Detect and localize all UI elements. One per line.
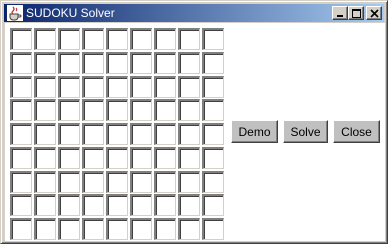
sudoku-cell[interactable] <box>10 194 32 217</box>
sudoku-cell[interactable] <box>82 99 104 122</box>
sudoku-cell[interactable] <box>106 194 128 217</box>
sudoku-cell[interactable] <box>154 99 176 122</box>
sudoku-cell[interactable] <box>202 123 224 145</box>
sudoku-cell[interactable] <box>106 218 128 240</box>
sudoku-cell[interactable] <box>58 218 80 240</box>
sudoku-cell[interactable] <box>130 218 152 240</box>
close-button[interactable]: Close <box>333 120 380 143</box>
sudoku-cell[interactable] <box>106 28 128 50</box>
title-bar[interactable]: SUDOKU Solver <box>4 4 384 22</box>
sudoku-cell[interactable] <box>106 75 128 98</box>
sudoku-cell[interactable] <box>202 146 224 169</box>
sudoku-cell[interactable] <box>106 170 128 193</box>
sudoku-cell[interactable] <box>34 99 56 122</box>
sudoku-cell[interactable] <box>34 218 56 240</box>
sudoku-cell[interactable] <box>34 146 56 169</box>
solve-button[interactable]: Solve <box>283 120 328 143</box>
sudoku-cell[interactable] <box>154 28 176 50</box>
sudoku-cell[interactable] <box>154 218 176 240</box>
sudoku-cell[interactable] <box>58 170 80 193</box>
sudoku-cell[interactable] <box>154 123 176 145</box>
sudoku-cell[interactable] <box>10 170 32 193</box>
sudoku-cell[interactable] <box>58 194 80 217</box>
sudoku-cell[interactable] <box>178 218 200 240</box>
sudoku-cell[interactable] <box>202 194 224 217</box>
sudoku-cell[interactable] <box>178 99 200 122</box>
sudoku-cell[interactable] <box>154 51 176 74</box>
sudoku-grid <box>10 28 224 240</box>
sudoku-cell[interactable] <box>106 51 128 74</box>
sudoku-cell[interactable] <box>130 170 152 193</box>
sudoku-cell[interactable] <box>58 99 80 122</box>
sudoku-cell[interactable] <box>58 123 80 145</box>
sudoku-cell[interactable] <box>202 51 224 74</box>
sudoku-cell[interactable] <box>82 75 104 98</box>
sudoku-cell[interactable] <box>58 51 80 74</box>
sudoku-cell[interactable] <box>58 146 80 169</box>
sudoku-cell[interactable] <box>34 170 56 193</box>
sudoku-cell[interactable] <box>82 194 104 217</box>
sudoku-cell[interactable] <box>82 123 104 145</box>
sudoku-cell[interactable] <box>202 99 224 122</box>
minimize-icon <box>337 15 343 17</box>
sudoku-cell[interactable] <box>178 123 200 145</box>
sudoku-cell[interactable] <box>154 146 176 169</box>
sudoku-cell[interactable] <box>34 123 56 145</box>
sudoku-cell[interactable] <box>154 170 176 193</box>
sudoku-cell[interactable] <box>10 146 32 169</box>
sudoku-cell[interactable] <box>154 75 176 98</box>
sudoku-cell[interactable] <box>178 194 200 217</box>
sudoku-cell[interactable] <box>130 51 152 74</box>
sudoku-cell[interactable] <box>10 99 32 122</box>
close-window-button[interactable] <box>366 6 382 20</box>
sudoku-cell[interactable] <box>130 146 152 169</box>
sudoku-cell[interactable] <box>178 170 200 193</box>
sudoku-cell[interactable] <box>202 218 224 240</box>
sudoku-cell[interactable] <box>10 51 32 74</box>
sudoku-cell[interactable] <box>82 51 104 74</box>
sudoku-cell[interactable] <box>130 28 152 50</box>
sudoku-cell[interactable] <box>10 123 32 145</box>
minimize-button[interactable] <box>332 6 348 20</box>
sudoku-cell[interactable] <box>202 170 224 193</box>
sudoku-cell[interactable] <box>34 28 56 50</box>
sudoku-cell[interactable] <box>154 194 176 217</box>
sudoku-cell[interactable] <box>82 146 104 169</box>
sudoku-cell[interactable] <box>130 75 152 98</box>
sudoku-cell[interactable] <box>10 75 32 98</box>
sudoku-cell[interactable] <box>10 218 32 240</box>
sudoku-cell[interactable] <box>82 28 104 50</box>
sudoku-cell[interactable] <box>58 28 80 50</box>
close-icon <box>370 9 379 18</box>
java-cup-icon <box>7 5 23 21</box>
content-panel: Demo Solve Close <box>5 23 385 241</box>
sudoku-cell[interactable] <box>178 28 200 50</box>
sudoku-cell[interactable] <box>202 75 224 98</box>
sudoku-cell[interactable] <box>130 194 152 217</box>
sudoku-cell[interactable] <box>34 75 56 98</box>
app-window: SUDOKU Solver Demo Solve Close <box>0 0 388 244</box>
sudoku-cell[interactable] <box>34 194 56 217</box>
sudoku-cell[interactable] <box>202 28 224 50</box>
sudoku-cell[interactable] <box>178 75 200 98</box>
window-title: SUDOKU Solver <box>26 6 115 20</box>
sudoku-cell[interactable] <box>178 146 200 169</box>
sudoku-cell[interactable] <box>82 218 104 240</box>
maximize-icon <box>352 9 361 18</box>
demo-button[interactable]: Demo <box>231 120 278 143</box>
sudoku-cell[interactable] <box>106 146 128 169</box>
sudoku-cell[interactable] <box>130 99 152 122</box>
sudoku-cell[interactable] <box>82 170 104 193</box>
sudoku-cell[interactable] <box>34 51 56 74</box>
maximize-button[interactable] <box>348 6 364 20</box>
sudoku-cell[interactable] <box>130 123 152 145</box>
sudoku-cell[interactable] <box>106 99 128 122</box>
sudoku-cell[interactable] <box>178 51 200 74</box>
sudoku-cell[interactable] <box>10 28 32 50</box>
sudoku-cell[interactable] <box>58 75 80 98</box>
sudoku-cell[interactable] <box>106 123 128 145</box>
